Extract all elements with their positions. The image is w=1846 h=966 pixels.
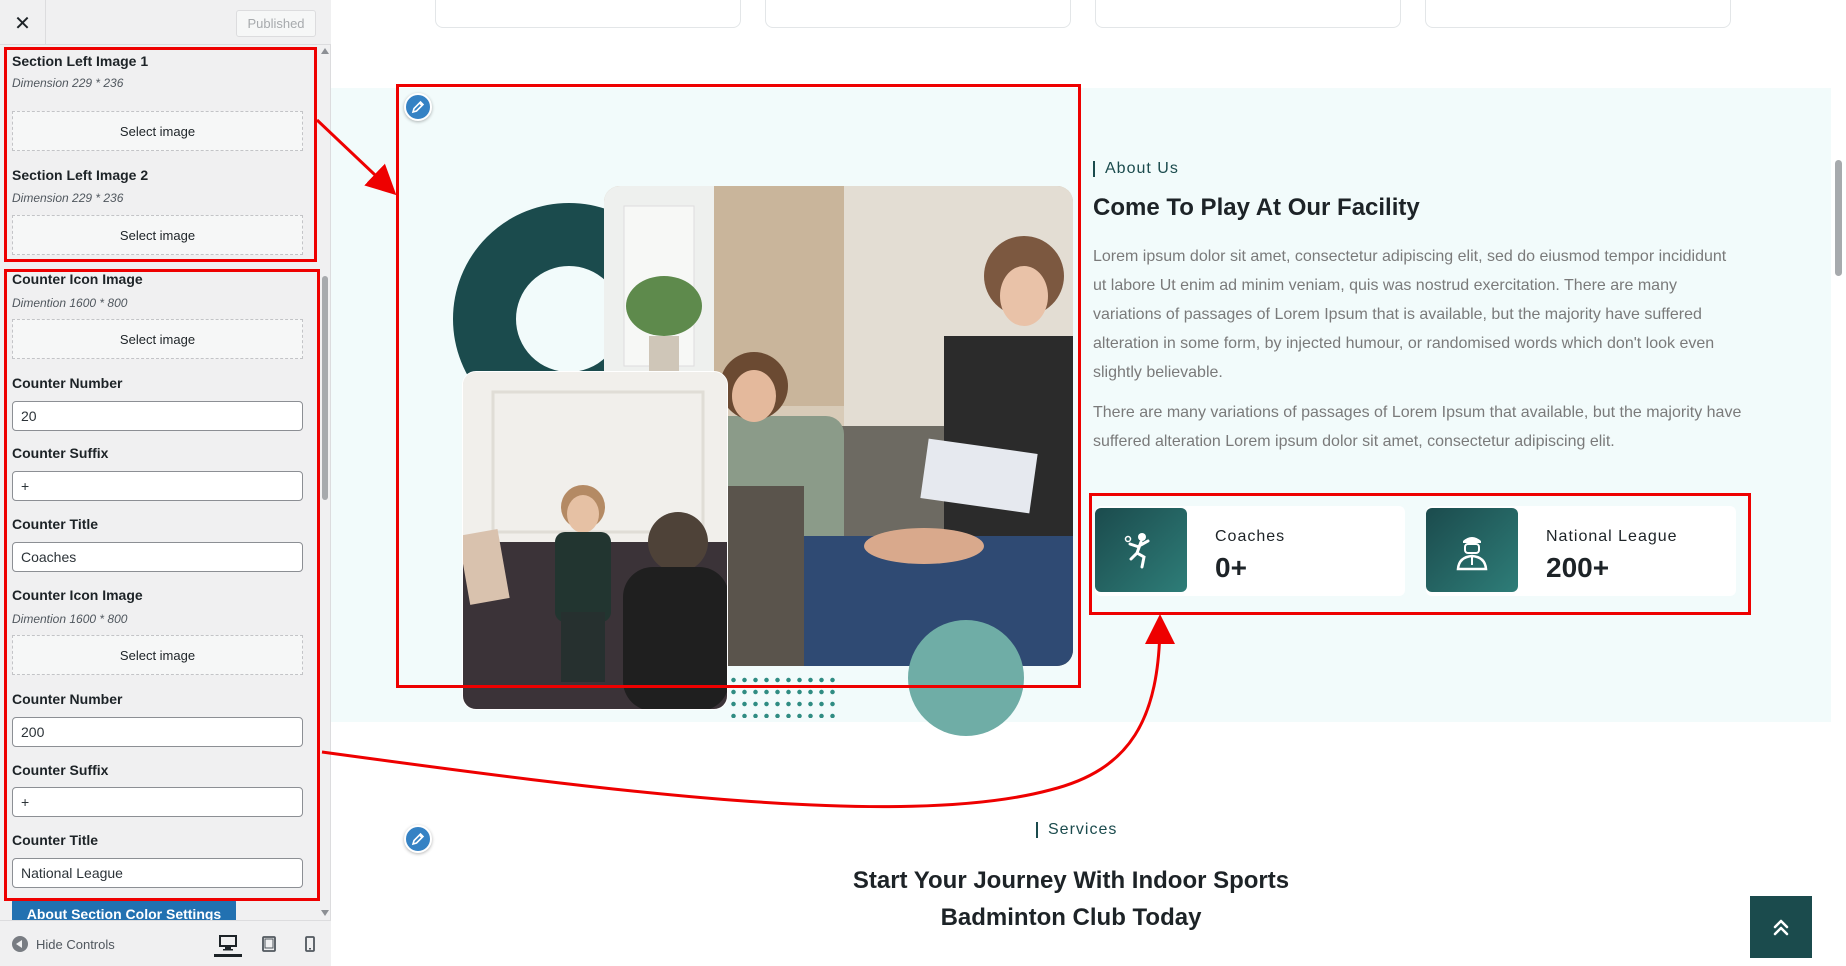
- tablet-preview-button[interactable]: [255, 931, 283, 957]
- decorative-teal-circle: [908, 620, 1024, 736]
- counter-card-coaches: Coaches 0+: [1095, 506, 1405, 596]
- left-image-1-label: Section Left Image 1: [12, 53, 149, 69]
- about-section: About Us Come To Play At Our Facility Lo…: [331, 88, 1831, 736]
- counter-1-suffix-input[interactable]: +: [12, 471, 303, 501]
- counter-2-number-input[interactable]: 200: [12, 717, 303, 747]
- decorative-dot-pattern: [728, 674, 838, 718]
- coach-person-icon: [1426, 508, 1518, 592]
- sidebar-scroll-thumb[interactable]: [322, 276, 328, 500]
- double-chevron-up-icon: [1773, 919, 1789, 936]
- counter-title: National League: [1546, 528, 1678, 545]
- hide-controls-label: Hide Controls: [36, 936, 115, 952]
- feature-card: [765, 0, 1071, 28]
- counter-1-icon-select-button[interactable]: Select image: [12, 319, 303, 359]
- counter-1-number-label: Counter Number: [12, 375, 123, 391]
- mobile-preview-button[interactable]: [296, 931, 324, 957]
- controls-panel: Section Left Image 1 Dimension 229 * 236…: [0, 46, 322, 920]
- customizer-sidebar: ✕ Published Section Left Image 1 Dimensi…: [0, 0, 331, 966]
- feature-card: [1095, 0, 1401, 28]
- about-paragraph-1: Lorem ipsum dolor sit amet, consectetur …: [1093, 248, 1727, 381]
- desktop-icon: [219, 934, 237, 950]
- customizer-header: ✕ Published: [0, 0, 331, 45]
- counter-2-icon-label: Counter Icon Image: [12, 587, 143, 603]
- left-image-2-select-button[interactable]: Select image: [12, 215, 303, 255]
- counter-card-national-league: National League 200+: [1426, 506, 1736, 596]
- desktop-preview-button[interactable]: [214, 931, 242, 957]
- hide-controls-button[interactable]: Hide Controls: [12, 934, 115, 954]
- customizer-footer: Hide Controls: [0, 920, 331, 966]
- back-to-top-button[interactable]: [1750, 896, 1812, 958]
- close-button[interactable]: ✕: [0, 0, 46, 45]
- edit-shortcut-pencil-icon[interactable]: [404, 93, 432, 121]
- counter-title: Coaches: [1215, 528, 1286, 545]
- counter-2-icon-select-button[interactable]: Select image: [12, 635, 303, 675]
- counter-value: 200+: [1546, 552, 1610, 583]
- left-image-1-select-button[interactable]: Select image: [12, 111, 303, 151]
- counter-1-icon-label: Counter Icon Image: [12, 271, 143, 287]
- counter-2-suffix-label: Counter Suffix: [12, 762, 109, 778]
- counter-1-number-input[interactable]: 20: [12, 401, 303, 431]
- scroll-up-arrow-icon[interactable]: [321, 48, 329, 54]
- counter-2-number-label: Counter Number: [12, 691, 123, 707]
- counter-1-suffix-label: Counter Suffix: [12, 445, 109, 461]
- preview-scrollbar[interactable]: [1832, 0, 1846, 966]
- boy-on-sofa-photo: [462, 371, 728, 710]
- left-image-2-desc: Dimension 229 * 236: [12, 191, 124, 205]
- mobile-icon: [305, 936, 315, 952]
- sidebar-scrollbar[interactable]: [320, 46, 331, 920]
- collapse-arrow-icon: [12, 936, 28, 952]
- services-kicker: Services: [1036, 822, 1117, 838]
- about-paragraph-2: There are many variations of passages of…: [1093, 404, 1742, 450]
- counter-2-title-input[interactable]: National League: [12, 858, 303, 888]
- counter-2-icon-desc: Dimention 1600 * 800: [12, 612, 128, 626]
- about-kicker: About Us: [1093, 161, 1179, 177]
- left-image-2-label: Section Left Image 2: [12, 167, 149, 183]
- counter-value: 0+: [1215, 552, 1247, 583]
- counter-2-title-label: Counter Title: [12, 832, 99, 848]
- counter-1-icon-desc: Dimention 1600 * 800: [12, 296, 128, 310]
- counter-2-suffix-input[interactable]: +: [12, 787, 303, 817]
- tablet-icon: [262, 936, 276, 952]
- about-color-settings-button[interactable]: About Section Color Settings: [12, 900, 236, 920]
- site-preview: About Us Come To Play At Our Facility Lo…: [331, 0, 1846, 966]
- edit-shortcut-pencil-icon[interactable]: [404, 825, 432, 853]
- counter-1-title-input[interactable]: Coaches: [12, 542, 303, 572]
- left-image-1-desc: Dimension 229 * 236: [12, 76, 124, 90]
- services-title: Start Your Journey With Indoor Sports Ba…: [788, 862, 1354, 936]
- about-image-composition: [428, 137, 1073, 736]
- preview-scroll-thumb[interactable]: [1835, 160, 1842, 276]
- counter-1-title-label: Counter Title: [12, 516, 99, 532]
- services-title-line-1: Start Your Journey With Indoor Sports: [852, 867, 1290, 894]
- about-title: Come To Play At Our Facility: [1093, 194, 1420, 221]
- feature-card: [1425, 0, 1731, 28]
- badminton-player-icon: [1095, 508, 1187, 592]
- services-title-line-2: Badminton Club Today: [940, 904, 1202, 931]
- feature-card: [435, 0, 741, 28]
- published-button[interactable]: Published: [236, 10, 316, 37]
- scroll-down-arrow-icon[interactable]: [321, 910, 329, 916]
